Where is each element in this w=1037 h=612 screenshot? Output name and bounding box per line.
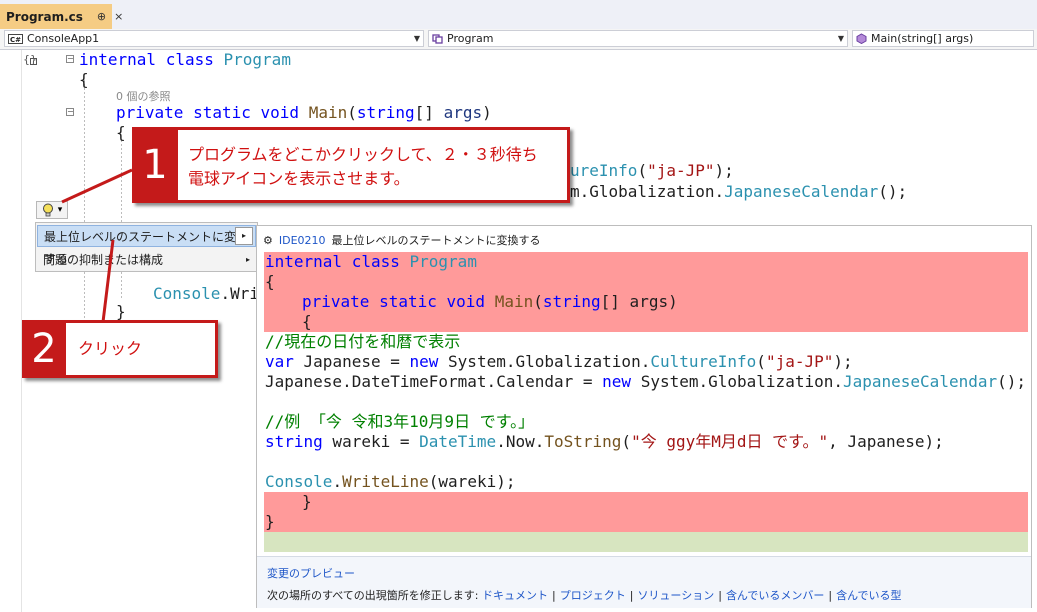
callout-2: 2 クリック — [22, 320, 218, 378]
callout-1: 1 プログラムをどこかクリックして、２・３秒待ち 電球アイコンを表示させます。 — [132, 127, 570, 203]
callout-2-connector — [101, 239, 115, 323]
callout-1-body: プログラムをどこかクリックして、２・３秒待ち 電球アイコンを表示させます。 — [178, 130, 567, 200]
callout-1-connector — [61, 168, 133, 204]
callout-2-number: 2 — [22, 320, 66, 378]
callout-1-text-line2: 電球アイコンを表示させます。 — [188, 169, 410, 188]
callout-connectors — [61, 168, 133, 323]
callout-1-text-line1: プログラムをどこかクリックして、２・３秒待ち — [188, 145, 538, 164]
callout-2-text: クリック — [78, 339, 143, 358]
callout-1-number: 1 — [132, 127, 178, 203]
callout-2-body: クリック — [66, 323, 215, 375]
